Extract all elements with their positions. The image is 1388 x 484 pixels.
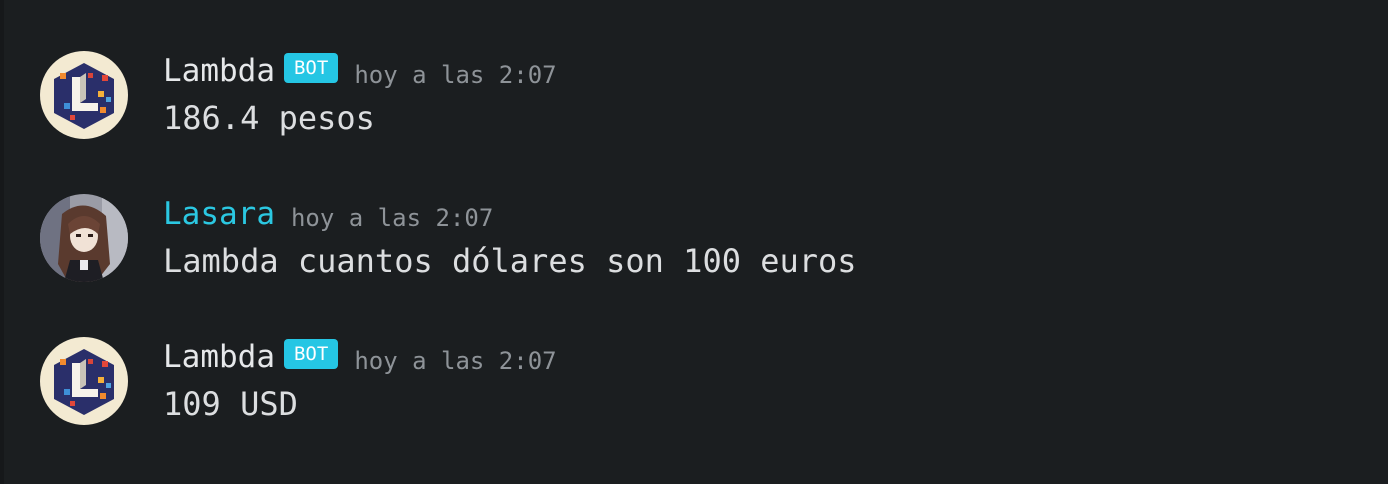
author-name[interactable]: Lambda bbox=[163, 53, 275, 89]
bot-badge: BOT bbox=[283, 53, 339, 83]
anime-girl-avatar-icon[interactable] bbox=[40, 194, 128, 282]
author-name[interactable]: Lasara bbox=[163, 196, 275, 232]
message-header: Lambda BOT hoy a las 2:07 bbox=[163, 337, 557, 377]
author-name[interactable]: Lambda bbox=[163, 339, 275, 375]
lambda-bot-avatar-icon[interactable] bbox=[40, 51, 128, 139]
message-item: Lambda BOT hoy a las 2:07 186.4 pesos bbox=[0, 51, 1388, 171]
message-content: Lambda cuantos dólares son 100 euros bbox=[163, 242, 857, 280]
message-item: Lasara hoy a las 2:07 Lambda cuantos dól… bbox=[0, 194, 1388, 314]
message-header: Lasara hoy a las 2:07 bbox=[163, 194, 493, 234]
message-content: 186.4 pesos bbox=[163, 99, 375, 137]
message-timestamp: hoy a las 2:07 bbox=[354, 347, 557, 375]
message-timestamp: hoy a las 2:07 bbox=[354, 61, 557, 89]
message-timestamp: hoy a las 2:07 bbox=[290, 204, 494, 232]
message-content: 109 USD bbox=[163, 385, 298, 423]
lambda-bot-avatar-icon[interactable] bbox=[40, 337, 128, 425]
message-item: Lambda BOT hoy a las 2:07 109 USD bbox=[0, 337, 1388, 457]
bot-badge: BOT bbox=[283, 339, 339, 369]
message-header: Lambda BOT hoy a las 2:07 bbox=[163, 51, 557, 91]
